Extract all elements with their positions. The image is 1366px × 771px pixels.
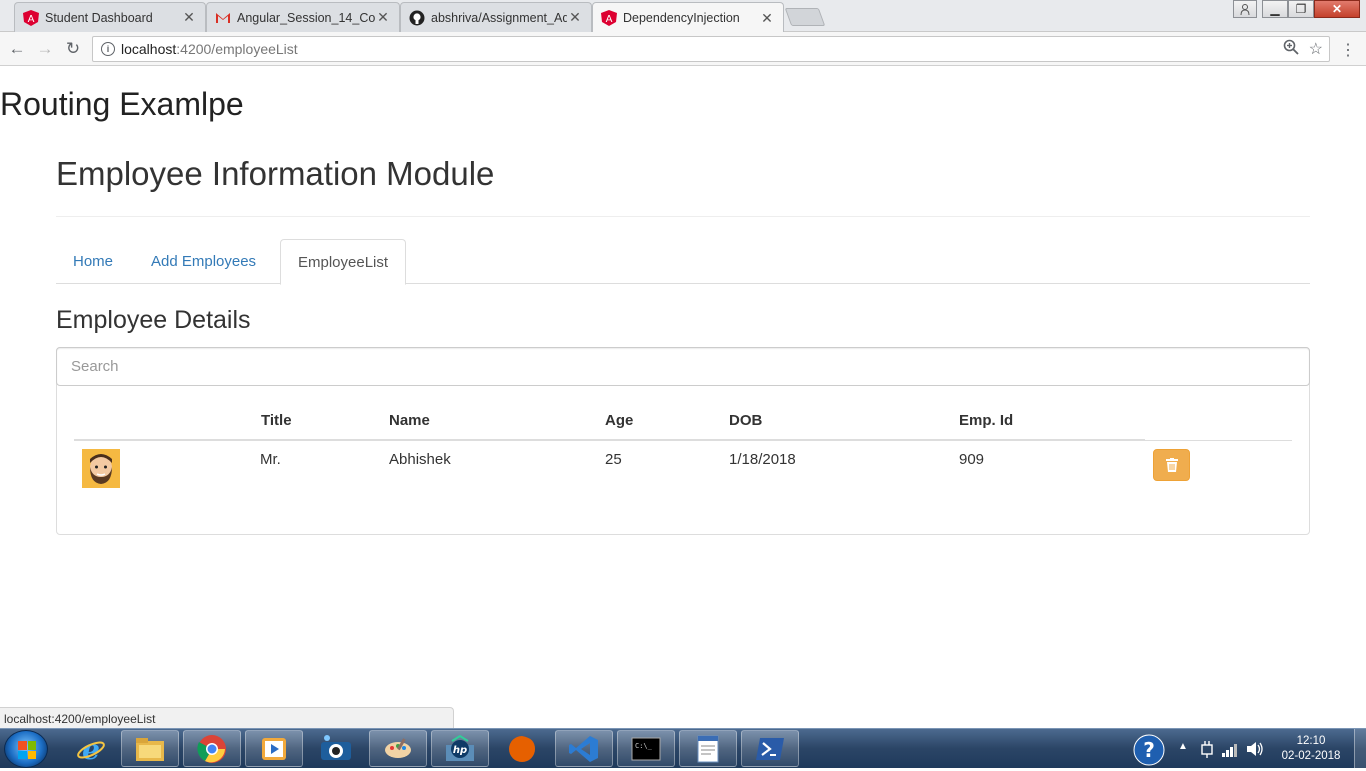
module-title: Employee Information Module: [56, 155, 495, 192]
tab-title: DependencyInjection: [623, 11, 740, 25]
cell-name: Abhishek: [389, 451, 451, 468]
angular-icon: A: [23, 9, 39, 26]
main-container: Employee Information Module Home Add Emp…: [56, 152, 1310, 535]
github-icon: [409, 10, 425, 25]
bookmark-star-icon[interactable]: ☆: [1309, 39, 1323, 60]
power-plug-icon[interactable]: [1199, 740, 1215, 763]
media-player-icon[interactable]: [245, 730, 303, 767]
tab-add-employees[interactable]: Add Employees: [134, 239, 273, 284]
minimize-button[interactable]: ▁: [1262, 0, 1288, 18]
app-title: Routing Examlpe: [0, 86, 244, 122]
header-divider: [56, 216, 1310, 217]
svg-text:e: e: [82, 734, 100, 764]
tab-title: Student Dashboard: [45, 10, 153, 25]
section-title: Employee Details: [56, 306, 251, 334]
tab-title: abshriva/Assignment_Ad: [431, 10, 567, 25]
user-profile-icon[interactable]: [1233, 0, 1257, 18]
zoom-icon[interactable]: [1283, 39, 1299, 60]
chrome-icon[interactable]: [183, 730, 241, 767]
browser-tab-student-dashboard[interactable]: A Student Dashboard ✕: [14, 2, 206, 32]
browser-toolbar: ← → ↻ i localhost:4200/employeeList ☆ ⋮: [0, 32, 1366, 66]
volume-icon[interactable]: [1246, 740, 1264, 763]
info-icon[interactable]: i: [101, 42, 115, 56]
new-tab-button[interactable]: [784, 8, 826, 26]
cell-title: Mr.: [260, 451, 281, 468]
restore-button[interactable]: ❐: [1288, 0, 1314, 18]
text-editor-icon[interactable]: [679, 730, 737, 767]
gmail-icon: [216, 12, 230, 23]
url-host: localhost: [121, 41, 177, 57]
column-header-emp-id: Emp. Id: [959, 412, 1014, 429]
browser-tab-strip: A Student Dashboard ✕ Angular_Session_14…: [0, 0, 1366, 33]
table-row-divider: [74, 440, 1292, 441]
taskbar: e hp C:\_ ? ▲ 12:10 02-02-2018: [0, 728, 1366, 771]
webcam-icon[interactable]: [307, 730, 365, 767]
show-hidden-icons-icon[interactable]: ▲: [1178, 741, 1188, 752]
bearded-man-avatar-icon: [90, 454, 112, 484]
svg-text:C:\_: C:\_: [635, 742, 653, 750]
nav-tabs: Home Add Employees EmployeeList: [56, 239, 1310, 285]
browser-tab-github[interactable]: abshriva/Assignment_Ad ✕: [400, 2, 592, 32]
avatar: [82, 449, 120, 488]
forward-arrow-icon[interactable]: →: [34, 38, 56, 60]
tab-home[interactable]: Home: [56, 239, 130, 284]
cell-emp-id: 909: [959, 451, 985, 468]
browser-tab-angular-session[interactable]: Angular_Session_14_Cod ✕: [206, 2, 400, 32]
address-bar[interactable]: i localhost:4200/employeeList ☆: [92, 36, 1330, 62]
close-icon[interactable]: ✕: [759, 10, 775, 27]
close-icon[interactable]: ✕: [375, 9, 391, 26]
powershell-icon[interactable]: [741, 730, 799, 767]
back-arrow-icon[interactable]: ←: [6, 38, 28, 60]
vscode-icon[interactable]: [555, 730, 613, 767]
start-button[interactable]: [4, 730, 48, 768]
trash-icon: [1165, 458, 1178, 472]
column-header-title: Title: [261, 412, 292, 429]
window-close-button[interactable]: ✕: [1314, 0, 1360, 18]
cell-dob: 1/18/2018: [729, 451, 796, 468]
internet-explorer-icon[interactable]: e: [62, 730, 120, 767]
column-header-name: Name: [389, 412, 430, 429]
menu-dots-icon[interactable]: ⋮: [1340, 40, 1356, 60]
close-icon[interactable]: ✕: [181, 9, 197, 26]
svg-text:hp: hp: [453, 745, 467, 756]
file-explorer-icon[interactable]: [121, 730, 179, 767]
cmd-icon[interactable]: C:\_: [617, 730, 675, 767]
delete-button[interactable]: [1153, 449, 1190, 481]
paint-icon[interactable]: [369, 730, 427, 767]
tab-employee-list[interactable]: EmployeeList: [280, 239, 407, 285]
clock-time: 12:10: [1296, 735, 1326, 747]
browser-tab-dependency-injection[interactable]: A DependencyInjection ✕: [592, 2, 784, 33]
reload-icon[interactable]: ↻: [62, 38, 84, 60]
windows-logo-icon: [18, 741, 36, 759]
employee-panel: Title Name Age DOB Emp. Id: [56, 347, 1310, 535]
network-signal-icon[interactable]: [1222, 741, 1240, 762]
tab-title: Angular_Session_14_Cod: [237, 10, 375, 25]
close-icon[interactable]: ✕: [567, 9, 583, 26]
angular-icon: A: [601, 10, 617, 26]
url-path: :4200/employeeList: [176, 41, 298, 57]
svg-text:A: A: [606, 14, 613, 25]
show-desktop-button[interactable]: [1354, 729, 1366, 769]
help-icon[interactable]: ?: [1133, 734, 1165, 771]
system-clock[interactable]: 12:10 02-02-2018: [1280, 734, 1342, 764]
search-input[interactable]: [56, 347, 1310, 386]
clock-date: 02-02-2018: [1281, 750, 1341, 762]
column-header-age: Age: [605, 412, 634, 429]
column-header-dob: DOB: [729, 412, 763, 429]
page-content: Routing Examlpe Employee Information Mod…: [0, 66, 1366, 706]
svg-text:?: ?: [1143, 738, 1155, 762]
cell-age: 25: [605, 451, 622, 468]
firefox-icon[interactable]: [493, 730, 551, 767]
svg-text:A: A: [28, 14, 35, 25]
status-bar-url: localhost:4200/employeeList: [0, 707, 454, 728]
hp-icon[interactable]: hp: [431, 730, 489, 767]
